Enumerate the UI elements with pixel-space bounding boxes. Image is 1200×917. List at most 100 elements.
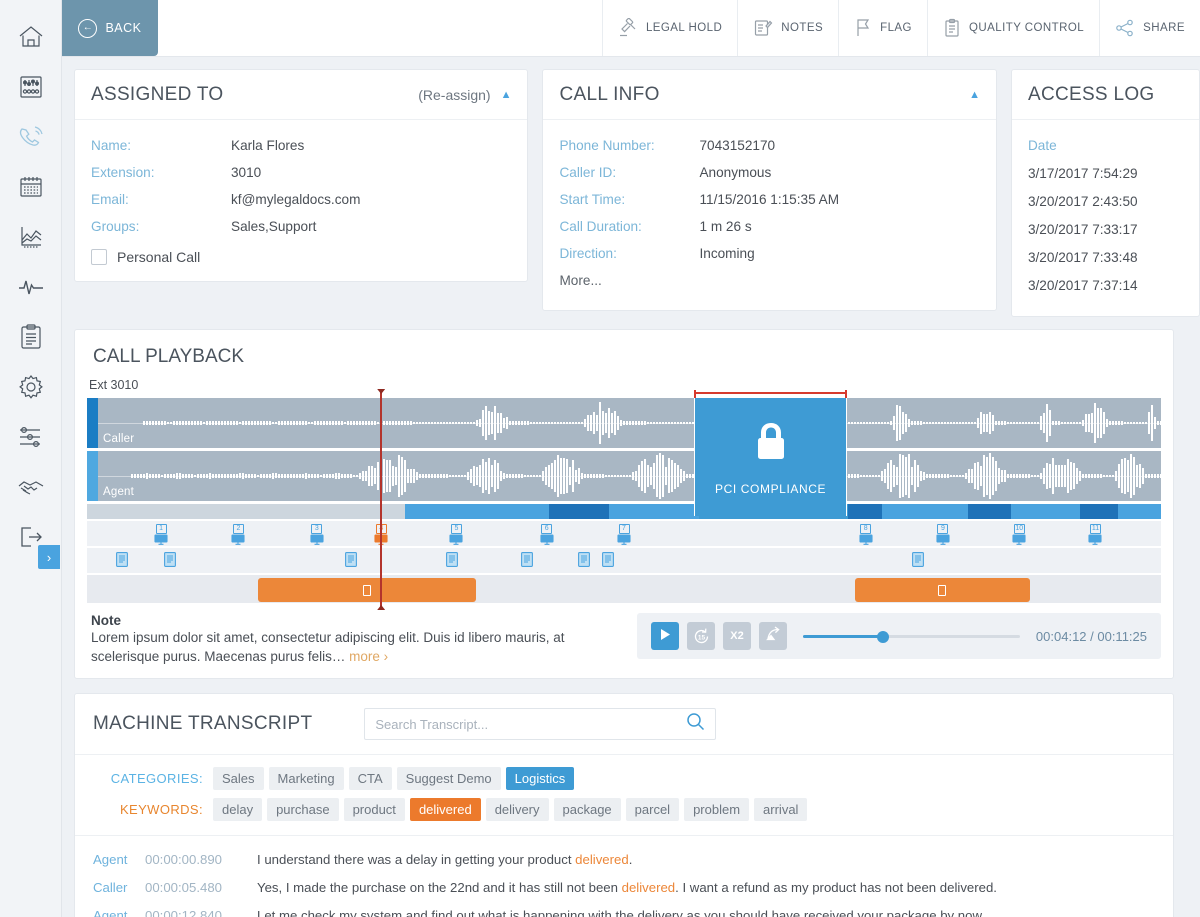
flag-button[interactable]: FLAG xyxy=(838,0,927,56)
phone-icon xyxy=(17,124,45,150)
transcript-row[interactable]: Agent 00:00:12.840 Let me check my system … xyxy=(93,902,1155,917)
channel-label-agent: Agent xyxy=(103,486,135,498)
search-input[interactable] xyxy=(375,716,687,732)
field-value: Karla Flores xyxy=(231,138,305,153)
sidebar-item-calls[interactable] xyxy=(8,112,54,162)
transcript-search-box[interactable] xyxy=(364,708,717,740)
screen-marker[interactable]: 8 xyxy=(858,524,874,545)
sidebar-expand-button[interactable]: › xyxy=(38,545,60,569)
document-marker[interactable] xyxy=(345,552,358,572)
transcript-row[interactable]: Agent 00:00:00.890 I understand there was … xyxy=(93,846,1155,874)
keyword-chip[interactable]: problem xyxy=(684,798,750,821)
transcript-timestamp[interactable]: 00:00:05.480 xyxy=(145,874,257,902)
quality-control-button[interactable]: QUALITY CONTROL xyxy=(926,0,1099,56)
sidebar-item-preferences[interactable] xyxy=(8,412,54,462)
screen-marker[interactable]: 9 xyxy=(935,524,951,545)
call-info-header: CALL INFO ▲ xyxy=(543,70,996,120)
transcript-timestamp[interactable]: 00:00:00.890 xyxy=(145,846,257,874)
play-button[interactable] xyxy=(651,622,679,650)
keyword-chip[interactable]: delay xyxy=(213,798,263,821)
keyword-chip[interactable]: package xyxy=(553,798,621,821)
call-info-more-link[interactable]: More... xyxy=(559,267,979,294)
talk-segment-bar[interactable] xyxy=(87,504,1161,519)
collapse-caret-icon[interactable]: ▲ xyxy=(501,89,512,101)
pulse-icon xyxy=(17,277,45,297)
document-marker[interactable] xyxy=(446,552,459,572)
transcript-text: Let me check my system and find out what… xyxy=(257,902,1155,917)
sidebar-item-reports[interactable] xyxy=(8,312,54,362)
transcript-row[interactable]: Caller 00:00:05.480 Yes, I made the purcha… xyxy=(93,874,1155,902)
keyword-chip[interactable]: parcel xyxy=(625,798,680,821)
access-log-column-header: Date xyxy=(1027,138,1057,153)
keyword-chip[interactable]: delivered xyxy=(409,798,481,821)
personal-call-checkbox[interactable] xyxy=(91,249,107,265)
waveform-track-caller[interactable]: Caller xyxy=(87,398,1161,448)
transcript-timestamp[interactable]: 00:00:12.840 xyxy=(145,902,257,917)
category-chip[interactable]: Sales xyxy=(213,767,264,790)
export-button[interactable] xyxy=(759,622,787,650)
sidebar-item-calendar[interactable] xyxy=(8,162,54,212)
category-chip[interactable]: Marketing xyxy=(268,767,344,790)
document-marker[interactable] xyxy=(912,552,925,572)
notes-button[interactable]: NOTES xyxy=(737,0,838,56)
talk-segment xyxy=(608,504,700,519)
search-icon[interactable] xyxy=(686,712,705,736)
category-chip[interactable]: Suggest Demo xyxy=(396,767,501,790)
assigned-to-body: Name: Karla Flores Extension: 3010 Email… xyxy=(75,120,527,281)
screen-marker[interactable]: 2 xyxy=(230,524,246,545)
rewind-15-button[interactable]: 15 xyxy=(687,622,715,650)
document-icon xyxy=(601,552,614,567)
note-more-link[interactable]: more › xyxy=(349,649,388,664)
annotation-bar[interactable] xyxy=(854,578,1030,602)
screen-marker[interactable]: 7 xyxy=(616,524,632,545)
field-key: Call Duration: xyxy=(559,219,642,234)
keyword-chip[interactable]: delivery xyxy=(485,798,549,821)
assigned-to-header: ASSIGNED TO (Re-assign) ▲ xyxy=(75,70,528,120)
reassign-link[interactable]: (Re-assign) xyxy=(418,87,490,103)
waveform-track-agent[interactable]: Agent xyxy=(87,451,1161,501)
category-chip[interactable]: CTA xyxy=(348,767,392,790)
personal-call-label: Personal Call xyxy=(117,249,201,265)
screen-marker[interactable]: 5 xyxy=(448,524,464,545)
top-toolbar: ← BACK LEGAL HOLD NOTES FLAG QUALITY CON… xyxy=(62,0,1200,57)
annotation-bar[interactable] xyxy=(257,578,476,602)
sidebar-item-home[interactable] xyxy=(8,12,54,62)
keyword-chip[interactable]: product xyxy=(343,798,405,821)
screen-marker[interactable]: 11 xyxy=(1087,524,1103,545)
sidebar-item-partners[interactable] xyxy=(8,462,54,512)
monitor-icon xyxy=(231,534,245,545)
playback-speed-button[interactable]: X2 xyxy=(723,622,751,650)
monitor-icon xyxy=(310,534,324,545)
screen-marker[interactable]: 10 xyxy=(1011,524,1027,545)
playback-progress-slider[interactable] xyxy=(803,625,1020,647)
screen-marker[interactable]: 3 xyxy=(309,524,325,545)
toolbar-actions: LEGAL HOLD NOTES FLAG QUALITY CONTROL SH… xyxy=(601,0,1200,56)
keyword-chip[interactable]: purchase xyxy=(267,798,339,821)
document-marker[interactable] xyxy=(116,552,129,572)
share-button[interactable]: SHARE xyxy=(1099,0,1200,56)
playhead-cursor[interactable] xyxy=(380,390,382,609)
sidebar-item-analytics[interactable] xyxy=(8,212,54,262)
waveform-canvas-agent xyxy=(98,451,1161,501)
pci-compliance-overlay[interactable]: PCI COMPLIANCE xyxy=(693,398,848,516)
document-marker[interactable] xyxy=(163,552,176,572)
category-chip[interactable]: Logistics xyxy=(505,767,575,790)
document-icon xyxy=(521,552,534,567)
document-marker[interactable] xyxy=(578,552,591,572)
note-text-wrap: Lorem ipsum dolor sit amet, consectetur … xyxy=(91,628,631,666)
document-marker[interactable] xyxy=(601,552,614,572)
sidebar-item-activity[interactable] xyxy=(8,262,54,312)
slider-knob[interactable] xyxy=(876,630,889,643)
handshake-icon xyxy=(17,477,45,497)
document-marker[interactable] xyxy=(521,552,534,572)
keyword-chip[interactable]: arrival xyxy=(754,798,808,821)
sidebar-item-settings[interactable] xyxy=(8,362,54,412)
sidebar-item-dashboard[interactable] xyxy=(8,62,54,112)
back-button[interactable]: ← BACK xyxy=(62,0,158,56)
legal-hold-button[interactable]: LEGAL HOLD xyxy=(601,0,737,56)
waveform-timeline[interactable]: Caller Agent 1234567891011 xyxy=(87,390,1161,609)
collapse-caret-icon[interactable]: ▲ xyxy=(969,89,980,101)
screen-marker[interactable]: 6 xyxy=(539,524,555,545)
screen-marker[interactable]: 1 xyxy=(153,524,169,545)
field-key: Name: xyxy=(91,138,132,153)
